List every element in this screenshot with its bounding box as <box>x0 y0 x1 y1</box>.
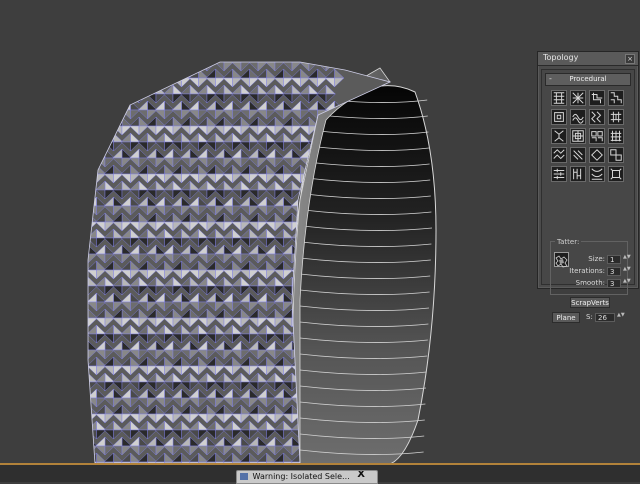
panel-body: - Procedural Tatter: Size: 1 ▲▼ Iteratio… <box>541 69 635 323</box>
iterations-spinner-icon[interactable]: ▲▼ <box>623 267 631 276</box>
topology-pattern-icon[interactable] <box>608 128 624 144</box>
scrapverts-button[interactable]: ScrapVerts <box>570 297 610 308</box>
topology-pattern-icon[interactable] <box>589 109 605 125</box>
isolate-icon <box>240 473 248 480</box>
size-label: Size: <box>588 255 605 263</box>
iterations-row: Iterations: 3 ▲▼ <box>569 267 631 277</box>
smooth-row: Smooth: 3 ▲▼ <box>569 279 631 289</box>
tatter-label: Tatter: <box>555 238 582 246</box>
topology-pattern-icon[interactable] <box>608 166 624 182</box>
topology-pattern-icon[interactable] <box>589 128 605 144</box>
topology-panel[interactable]: Topology × - Procedural Tatter: Size: 1 <box>537 51 639 323</box>
procedural-rollout-header[interactable]: - Procedural <box>545 73 631 86</box>
topology-pattern-icon[interactable] <box>608 109 624 125</box>
tatter-frame: Tatter: Size: 1 ▲▼ Iterations: 3 ▲▼ Smoo… <box>550 238 631 295</box>
size-spinner-icon[interactable]: ▲▼ <box>623 255 631 264</box>
topology-pattern-icon[interactable] <box>570 147 586 163</box>
topology-pattern-icon[interactable] <box>551 90 567 106</box>
topology-pattern-icon[interactable] <box>551 166 567 182</box>
topology-pattern-icon[interactable] <box>570 128 586 144</box>
topology-pattern-icon[interactable] <box>570 109 586 125</box>
topology-pattern-icon[interactable] <box>589 166 605 182</box>
size-input[interactable]: 1 <box>607 255 621 264</box>
panel-titlebar[interactable]: Topology × <box>538 52 638 66</box>
topology-pattern-icon[interactable] <box>570 166 586 182</box>
topology-pattern-icon[interactable] <box>589 147 605 163</box>
iterations-label: Iterations: <box>569 267 605 275</box>
topology-pattern-icon[interactable] <box>551 109 567 125</box>
plane-button[interactable]: Plane <box>552 312 580 323</box>
close-icon[interactable]: × <box>625 54 635 64</box>
iterations-input[interactable]: 3 <box>607 267 621 276</box>
panel-title: Topology <box>543 53 579 62</box>
topology-pattern-icon[interactable] <box>608 147 624 163</box>
topology-pattern-icon[interactable] <box>551 128 567 144</box>
smooth-input[interactable]: 3 <box>607 279 621 288</box>
smooth-label: Smooth: <box>575 279 605 287</box>
topology-pattern-icon[interactable] <box>551 147 567 163</box>
isolated-selection-warning[interactable]: Warning: Isolated Sele... X <box>236 470 378 484</box>
tatter-pattern-icon[interactable] <box>554 252 569 268</box>
smooth-spinner-icon[interactable]: ▲▼ <box>623 279 631 288</box>
topology-pattern-icon[interactable] <box>608 90 624 106</box>
s-spinner-icon[interactable]: ▲▼ <box>617 313 625 322</box>
s-input[interactable]: 26 <box>595 313 615 322</box>
topology-pattern-icon[interactable] <box>570 90 586 106</box>
rollout-label: Procedural <box>569 75 607 83</box>
tatter-group: Tatter: Size: 1 ▲▼ Iterations: 3 ▲▼ Smoo… <box>550 238 631 329</box>
close-icon[interactable]: X <box>357 471 365 480</box>
topology-pattern-icon[interactable] <box>589 90 605 106</box>
size-row: Size: 1 ▲▼ <box>569 255 631 265</box>
s-label: S: <box>586 313 593 321</box>
